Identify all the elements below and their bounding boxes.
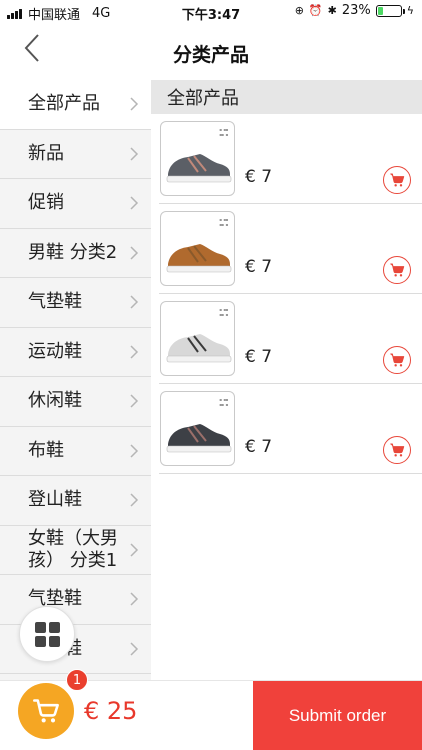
product-price: € 7 bbox=[245, 437, 273, 457]
battery-fill bbox=[377, 6, 383, 15]
cart-icon bbox=[33, 699, 59, 723]
product-row[interactable]: ▬ ▬▬ ▬▬ ▬ € 7 bbox=[159, 114, 422, 204]
chevron-right-icon bbox=[130, 592, 139, 606]
status-right: ⊕ ⏰ ✱ 23% ϟ bbox=[295, 3, 414, 18]
chevron-right-icon bbox=[130, 196, 139, 210]
category-label: 气垫鞋 bbox=[28, 291, 82, 313]
product-tag-lines: ▬ ▬▬ ▬▬ ▬ bbox=[219, 308, 228, 317]
add-to-cart-button[interactable] bbox=[383, 256, 411, 284]
product-image[interactable]: ▬ ▬▬ ▬▬ ▬ bbox=[160, 391, 235, 466]
chevron-right-icon bbox=[130, 345, 139, 359]
category-label: 休闲鞋 bbox=[28, 390, 82, 412]
section-header: 全部产品 bbox=[151, 80, 422, 114]
alarm-icon: ⏰ bbox=[308, 4, 323, 17]
product-tag-lines: ▬ ▬▬ ▬▬ ▬ bbox=[219, 128, 228, 137]
product-list: ▬ ▬▬ ▬▬ ▬ € 7 ▬ ▬▬ ▬▬ ▬ € 7 ▬ ▬▬ ▬▬ ▬ € 7 ▬ ▬▬ ▬▬ … bbox=[151, 114, 422, 474]
cart-button[interactable]: 1 bbox=[18, 669, 88, 739]
chevron-right-icon bbox=[130, 147, 139, 161]
battery-percent: 23% bbox=[341, 3, 371, 18]
product-image[interactable]: ▬ ▬▬ ▬▬ ▬ bbox=[160, 121, 235, 196]
category-item[interactable]: 促销 bbox=[0, 179, 151, 229]
category-item[interactable]: 布鞋 bbox=[0, 427, 151, 476]
category-list[interactable]: 全部产品 新品 促销 男鞋 分类2 气垫鞋 运动鞋 休闲鞋 布鞋 登山鞋 女鞋（大男孩） 分类1 气… bbox=[0, 80, 151, 680]
rotation-lock-icon: ⊕ bbox=[294, 4, 304, 17]
add-to-cart-button[interactable] bbox=[383, 436, 411, 464]
cart-count-badge: 1 bbox=[66, 669, 88, 691]
category-item[interactable]: 新品 bbox=[0, 130, 151, 179]
cart-icon bbox=[390, 263, 405, 277]
grid-view-button[interactable] bbox=[19, 606, 75, 662]
cart-icon bbox=[390, 353, 405, 367]
category-item[interactable]: 全部产品 bbox=[0, 80, 151, 130]
charging-icon: ϟ bbox=[406, 4, 414, 17]
category-item[interactable]: 运动鞋 bbox=[0, 328, 151, 377]
bluetooth-icon: ✱ bbox=[327, 4, 337, 17]
category-item[interactable]: 休闲鞋 bbox=[0, 377, 151, 427]
product-price: € 7 bbox=[245, 347, 273, 367]
grid-icon bbox=[34, 621, 60, 647]
chevron-right-icon bbox=[130, 246, 139, 260]
cart-icon bbox=[390, 173, 405, 187]
shoe-image bbox=[166, 244, 232, 273]
nav-bar: 分类产品 bbox=[0, 24, 422, 80]
chevron-right-icon bbox=[130, 543, 139, 557]
cart-icon bbox=[390, 443, 405, 457]
product-tag-lines: ▬ ▬▬ ▬▬ ▬ bbox=[219, 398, 228, 407]
category-label: 女鞋（大男孩） 分类1 bbox=[28, 528, 118, 571]
shoe-image bbox=[166, 154, 232, 183]
category-item[interactable]: 女鞋（大男孩） 分类1 bbox=[0, 526, 151, 575]
product-image[interactable]: ▬ ▬▬ ▬▬ ▬ bbox=[160, 301, 235, 376]
cart-total: € 25 bbox=[84, 697, 138, 725]
category-item[interactable]: 气垫鞋 bbox=[0, 278, 151, 328]
battery-icon bbox=[375, 4, 405, 17]
category-label: 运动鞋 bbox=[28, 340, 82, 362]
submit-order-button[interactable]: Submit order bbox=[253, 681, 422, 750]
page-title: 分类产品 bbox=[172, 44, 249, 66]
shoe-image bbox=[166, 334, 232, 363]
chevron-right-icon bbox=[130, 444, 139, 458]
category-label: 男鞋 分类2 bbox=[28, 241, 118, 263]
bottom-bar: 1 € 25 Submit order bbox=[0, 669, 422, 750]
chevron-right-icon bbox=[130, 394, 139, 408]
chevron-right-icon bbox=[130, 493, 139, 507]
chevron-right-icon bbox=[130, 295, 139, 309]
category-label: 全部产品 bbox=[28, 93, 100, 115]
shoe-image bbox=[166, 424, 232, 453]
product-row[interactable]: ▬ ▬▬ ▬▬ ▬ € 7 bbox=[159, 204, 422, 294]
category-item[interactable]: 登山鞋 bbox=[0, 476, 151, 526]
category-item[interactable]: 气垫鞋 bbox=[0, 575, 151, 625]
product-row[interactable]: ▬ ▬▬ ▬▬ ▬ € 7 bbox=[159, 294, 422, 384]
status-bar: 中国联通 4G 下午3:47 ⊕ ⏰ ✱ 23% ϟ bbox=[0, 0, 422, 24]
chevron-right-icon bbox=[130, 642, 139, 656]
product-price: € 7 bbox=[245, 167, 273, 187]
add-to-cart-button[interactable] bbox=[383, 166, 411, 194]
category-label: 新品 bbox=[28, 142, 64, 164]
category-label: 促销 bbox=[28, 192, 64, 214]
chevron-right-icon bbox=[130, 97, 139, 111]
product-panel: 全部产品 ▬ ▬▬ ▬▬ ▬ € 7 ▬ ▬▬ ▬▬ ▬ € 7 ▬ ▬▬ ▬▬ ▬ € 7 ▬ … bbox=[151, 80, 422, 680]
product-row[interactable]: ▬ ▬▬ ▬▬ ▬ € 7 bbox=[159, 384, 422, 474]
product-tag-lines: ▬ ▬▬ ▬▬ ▬ bbox=[219, 218, 228, 227]
product-image[interactable]: ▬ ▬▬ ▬▬ ▬ bbox=[160, 211, 235, 286]
category-label: 登山鞋 bbox=[28, 489, 82, 511]
category-item[interactable]: 男鞋 分类2 bbox=[0, 229, 151, 278]
product-price: € 7 bbox=[245, 257, 273, 277]
add-to-cart-button[interactable] bbox=[383, 346, 411, 374]
category-label: 布鞋 bbox=[28, 439, 64, 461]
